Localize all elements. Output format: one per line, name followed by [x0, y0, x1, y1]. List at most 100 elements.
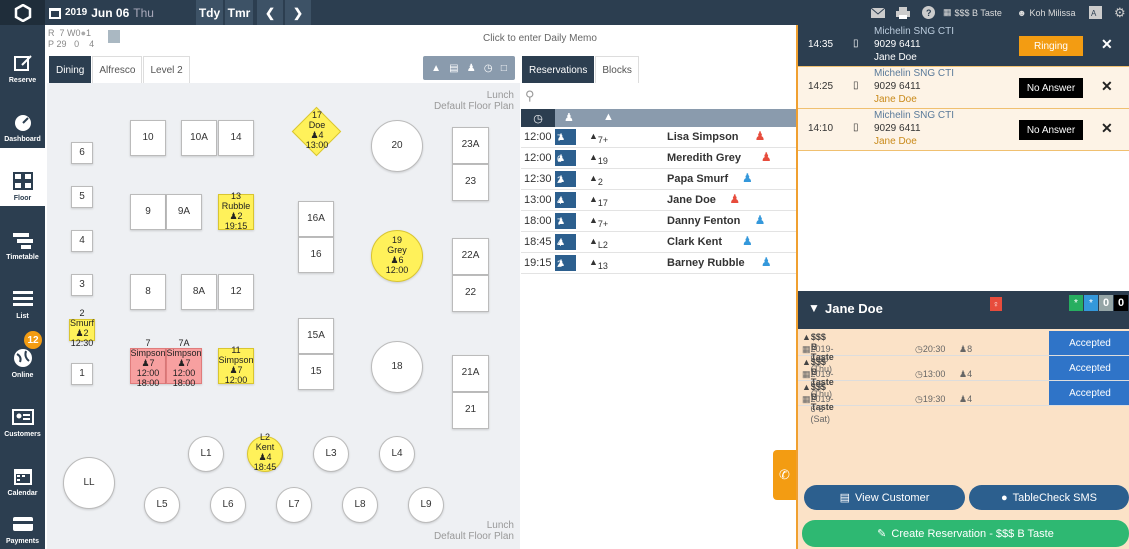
clock-icon[interactable]: ◷ — [484, 63, 493, 74]
reservation-row[interactable]: 12:30 ♟ 2 ▲ 2 Papa Smurf ♟ — [521, 169, 796, 190]
table-18[interactable]: 18 — [371, 341, 423, 393]
tomorrow-button[interactable]: Tmr — [225, 0, 253, 25]
table-17[interactable]: 17 Doe ♟4 13:00 — [305, 110, 329, 151]
daily-memo-input[interactable]: Click to enter Daily Memo — [425, 33, 655, 44]
tab-alfresco[interactable]: Alfresco — [92, 56, 143, 83]
collapse-icon[interactable]: ▼ — [808, 301, 820, 315]
table-16[interactable]: 16 — [298, 237, 334, 273]
card-icon[interactable]: ▤ — [449, 63, 458, 74]
table-10a[interactable]: 10A — [181, 120, 217, 156]
reservation-row[interactable]: 13:00 ♟ 4 ▲ 17 Jane Doe ♟ — [521, 190, 796, 211]
table-21[interactable]: 21 — [452, 392, 489, 429]
square-icon[interactable]: □ — [501, 63, 507, 74]
call-status-button[interactable]: No Answer — [1019, 120, 1083, 140]
table-l7[interactable]: L7 — [276, 487, 312, 523]
language-icon[interactable]: A — [1089, 0, 1102, 25]
nav-floor[interactable]: Floor — [0, 148, 45, 206]
table-10[interactable]: 10 — [130, 120, 166, 156]
table-8[interactable]: 8 — [130, 274, 166, 310]
call-status-button[interactable]: No Answer — [1019, 78, 1083, 98]
nav-dashboard[interactable]: Dashboard — [0, 89, 45, 147]
incoming-call[interactable]: 14:25 ▯ Michelin SNG CTI 9029 6411 Jane Doe N… — [798, 67, 1129, 109]
table-l9[interactable]: L9 — [408, 487, 444, 523]
reservation-row[interactable]: 18:00 ♟ 7 ▲ 7+ Danny Fenton ♟ — [521, 211, 796, 232]
prev-day-button[interactable]: ❮ — [257, 0, 283, 25]
table-9a[interactable]: 9A — [166, 194, 202, 230]
print-icon[interactable] — [896, 0, 910, 25]
table-icon[interactable]: ▲ — [431, 63, 441, 74]
user-menu[interactable]: ☻ Koh Milissa — [1017, 0, 1076, 25]
table-icon[interactable]: ▲ — [603, 111, 614, 123]
table-16a[interactable]: 16A — [298, 201, 334, 237]
gear-icon[interactable]: ⚙ — [1114, 0, 1126, 25]
table-assignment: ▲ 7+ — [589, 215, 609, 229]
table-l4[interactable]: L4 — [379, 436, 415, 472]
call-status-button[interactable]: Ringing — [1019, 36, 1083, 56]
reservation-search[interactable]: ⚲ — [525, 88, 793, 108]
close-icon[interactable]: ✕ — [1101, 120, 1113, 137]
history-row[interactable]: ▲ $$$ B Taste ▦ 2019-5-30 (Thu) ◷ 20:30 ♟ 8 Acce… — [798, 331, 1129, 374]
help-icon[interactable]: ? — [922, 0, 935, 25]
nav-payments[interactable]: Payments — [0, 494, 45, 549]
reservation-row[interactable]: 12:00 ♟ 7 ▲ 7+ Lisa Simpson ♟ — [521, 127, 796, 148]
incoming-call[interactable]: 14:10 ▯ Michelin SNG CTI 9029 6411 Jane Doe N… — [798, 109, 1129, 151]
table-l3[interactable]: L3 — [313, 436, 349, 472]
table-l5[interactable]: L5 — [144, 487, 180, 523]
table-4[interactable]: 4 — [71, 230, 93, 252]
view-customer-button[interactable]: ▤ View Customer — [804, 485, 965, 510]
table-22a[interactable]: 22A — [452, 238, 489, 275]
table-15a[interactable]: 15A — [298, 318, 334, 354]
create-reservation-button[interactable]: ✎ Create Reservation - $$$ B Taste — [802, 520, 1129, 547]
tab-dining[interactable]: Dining — [49, 56, 92, 83]
nav-list[interactable]: List — [0, 266, 45, 324]
history-row[interactable]: ▲ $$$ B Taste ▦ 2019-6-8 (Sat) ◷ 19:30 ♟ 4 Accep… — [798, 381, 1129, 424]
table-15[interactable]: 15 — [298, 354, 334, 390]
table-21a[interactable]: 21A — [452, 355, 489, 392]
table-22[interactable]: 22 — [452, 275, 489, 312]
tab-blocks[interactable]: Blocks — [595, 56, 639, 83]
table-l1[interactable]: L1 — [188, 436, 224, 472]
call-time: 14:10 — [808, 123, 834, 134]
memo-icon[interactable] — [108, 30, 120, 43]
table-6[interactable]: 6 — [71, 142, 93, 164]
table-l8[interactable]: L8 — [342, 487, 378, 523]
table-14[interactable]: 14 — [218, 120, 254, 156]
reservation-row[interactable]: 12:00 ♟ 6 ▲ 19 Meredith Grey ♟ — [521, 148, 796, 169]
reservation-row[interactable]: 19:15 ♟ 2 ▲ 13 Barney Rubble ♟ — [521, 253, 796, 274]
tab-reservations[interactable]: Reservations — [522, 56, 595, 83]
table-23a[interactable]: 23A — [452, 127, 489, 164]
table-ll[interactable]: LL — [63, 457, 115, 509]
clock-icon[interactable]: ◷ — [521, 109, 555, 127]
table-8a[interactable]: 8A — [181, 274, 217, 310]
table-12[interactable]: 12 — [218, 274, 254, 310]
table-3[interactable]: 3 — [71, 274, 93, 296]
person-icon[interactable]: ♟ — [467, 63, 476, 74]
nav-customers[interactable]: Customers — [0, 384, 45, 442]
nav-calendar[interactable]: Calendar — [0, 443, 45, 501]
date-picker[interactable]: 2019 Jun 06 Thu — [49, 0, 154, 25]
close-icon[interactable]: ✕ — [1101, 36, 1113, 53]
tablecheck-sms-button[interactable]: ● TableCheck SMS — [969, 485, 1129, 510]
today-button[interactable]: Tdy — [196, 0, 223, 25]
table-l6[interactable]: L6 — [210, 487, 246, 523]
nav-reserve[interactable]: Reserve — [0, 30, 45, 88]
phone-tab-button[interactable]: ✆ — [773, 450, 796, 500]
incoming-call[interactable]: 14:35 ▯ Michelin SNG CTI 9029 6411 Jane Doe R… — [798, 25, 1129, 67]
next-day-button[interactable]: ❯ — [285, 0, 311, 25]
history-row[interactable]: ▲ $$$ B Taste ▦ 2019-6-6 (Thu) ◷ 13:00 ♟ 4 Accep… — [798, 356, 1129, 399]
table-20[interactable]: 20 — [371, 120, 423, 172]
history-pax: ♟ 4 — [959, 394, 973, 404]
reservation-row[interactable]: 18:45 ♟ 4 ▲ L2 Clark Kent ♟ — [521, 232, 796, 253]
person-icon[interactable]: ♟ — [564, 111, 574, 124]
table-5[interactable]: 5 — [71, 186, 93, 208]
table-9[interactable]: 9 — [130, 194, 166, 230]
table-23[interactable]: 23 — [452, 164, 489, 201]
logo-icon[interactable] — [0, 0, 45, 25]
nav-timetable[interactable]: Timetable — [0, 207, 45, 265]
mail-icon[interactable] — [871, 0, 885, 25]
nav-online[interactable]: Online 12 — [0, 325, 45, 383]
tab-level-2[interactable]: Level 2 — [143, 56, 190, 83]
table-1[interactable]: 1 — [71, 363, 93, 385]
close-icon[interactable]: ✕ — [1101, 78, 1113, 95]
shop-selector[interactable]: ▦ $$$ B Taste — [943, 0, 1002, 25]
